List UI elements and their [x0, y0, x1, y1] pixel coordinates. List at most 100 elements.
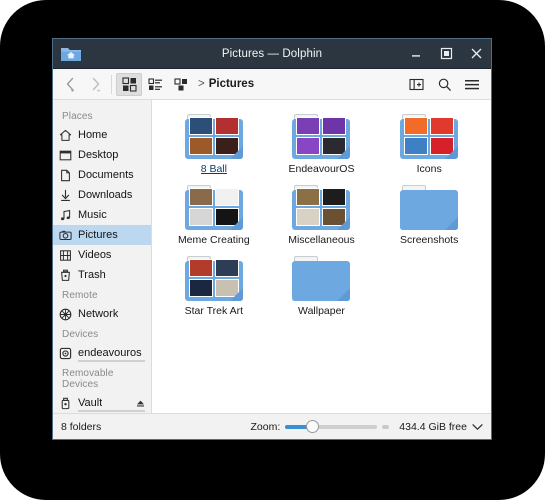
sidebar-item-endeavouros[interactable]: endeavouros	[53, 343, 151, 363]
folder-icon[interactable]	[184, 256, 243, 301]
sidebar-item-documents[interactable]: Documents	[53, 165, 151, 185]
sidebar-item-label: Videos	[78, 249, 112, 261]
folder-item[interactable]: EndeavourOS	[268, 110, 376, 175]
folder-thumbnails	[404, 117, 455, 155]
maximize-icon[interactable]	[431, 39, 461, 68]
download-icon	[59, 189, 72, 202]
sidebar-item-music[interactable]: Music	[53, 205, 151, 225]
eject-icon[interactable]	[136, 399, 145, 408]
zoom-control[interactable]: Zoom:	[251, 420, 390, 434]
search-icon[interactable]	[431, 73, 457, 96]
folder-thumbnails	[188, 117, 239, 155]
breadcrumb[interactable]: > Pictures	[198, 78, 254, 90]
sidebar-item-network[interactable]: Network	[53, 304, 151, 324]
home-icon	[59, 129, 72, 142]
screenshot-canvas: Pictures — Dolphin > Pictures Places Hom…	[0, 0, 545, 500]
folder-thumbnails	[188, 188, 239, 226]
sidebar-item-label: Home	[78, 129, 108, 141]
folder-thumbnail	[214, 279, 239, 297]
view-icons-icon[interactable]	[116, 72, 142, 96]
split-view-icon[interactable]	[403, 73, 429, 96]
sidebar-item-vault[interactable]: Vault	[53, 393, 151, 413]
folder-item[interactable]: Screenshots	[375, 181, 483, 246]
folder-icon[interactable]	[400, 185, 459, 230]
sidebar-item-label: Desktop	[78, 149, 119, 161]
folder-label[interactable]: Miscellaneous	[288, 234, 355, 246]
toolbar: > Pictures	[53, 69, 491, 100]
breadcrumb-separator-icon: >	[198, 78, 205, 90]
sidebar-item-label: Trash	[78, 269, 106, 281]
folder-thumbnail	[214, 188, 239, 206]
zoom-label: Zoom:	[250, 420, 281, 433]
chevron-down-icon[interactable]	[472, 423, 483, 431]
folder-thumbnail	[188, 208, 213, 226]
view-compact-icon[interactable]	[168, 73, 194, 96]
folder-item[interactable]: Wallpaper	[268, 252, 376, 317]
folder-thumbnail	[296, 117, 321, 135]
capacity-bar	[78, 410, 145, 412]
zoom-slider[interactable]	[285, 420, 378, 434]
folder-icon[interactable]	[184, 185, 243, 230]
folder-icon[interactable]	[400, 114, 459, 159]
camera-icon	[59, 229, 72, 242]
file-view[interactable]: 8 Ball EndeavourOS Icons Meme Creating Misce…	[152, 100, 491, 413]
folder-icon[interactable]	[184, 114, 243, 159]
folder-thumbnail	[404, 117, 429, 135]
folder-thumbnail	[430, 137, 455, 155]
desktop-icon	[59, 149, 72, 162]
folder-item[interactable]: Icons	[375, 110, 483, 175]
folder-thumbnails	[188, 259, 239, 297]
breadcrumb-current[interactable]: Pictures	[209, 78, 254, 90]
folder-label[interactable]: Meme Creating	[178, 234, 250, 246]
folder-label[interactable]: Screenshots	[400, 234, 458, 246]
folder-item[interactable]: Meme Creating	[160, 181, 268, 246]
folder-label[interactable]: 8 Ball	[201, 163, 227, 175]
title-bar[interactable]: Pictures — Dolphin	[53, 39, 491, 69]
folder-icon[interactable]	[292, 256, 351, 301]
sidebar-item-desktop[interactable]: Desktop	[53, 145, 151, 165]
folder-front	[292, 265, 351, 301]
dolphin-window: Pictures — Dolphin > Pictures Places Hom…	[52, 38, 492, 440]
sidebar-item-trash[interactable]: Trash	[53, 265, 151, 285]
folder-label[interactable]: Star Trek Art	[185, 305, 243, 317]
folder-thumbnail	[296, 208, 321, 226]
window-body: Places Home Desktop Documents Downloads Music…	[53, 100, 491, 413]
folder-item[interactable]: Star Trek Art	[160, 252, 268, 317]
sidebar-item-videos[interactable]: Videos	[53, 245, 151, 265]
hamburger-menu-icon[interactable]	[459, 73, 485, 96]
folder-thumbnail	[214, 208, 239, 226]
sidebar-group-title: Places	[62, 111, 93, 122]
places-sidebar[interactable]: Places Home Desktop Documents Downloads Music…	[53, 100, 152, 413]
folder-thumbnail	[188, 137, 213, 155]
folder-label[interactable]: Wallpaper	[298, 305, 345, 317]
forward-arrow-icon[interactable]	[83, 73, 107, 96]
toolbar-divider	[111, 74, 112, 94]
sidebar-item-downloads[interactable]: Downloads	[53, 185, 151, 205]
zoom-slider-handle[interactable]	[306, 420, 320, 433]
back-arrow-icon[interactable]	[59, 73, 83, 96]
folder-item[interactable]: 8 Ball	[160, 110, 268, 175]
window-controls	[401, 39, 491, 68]
minimize-icon[interactable]	[401, 39, 431, 68]
folder-thumbnail	[296, 188, 321, 206]
view-details-icon[interactable]	[142, 73, 168, 96]
folder-item[interactable]: Miscellaneous	[268, 181, 376, 246]
sidebar-group-title: Removable Devices	[62, 368, 114, 390]
folder-thumbnail	[296, 137, 321, 155]
folder-label[interactable]: Icons	[417, 163, 442, 175]
folder-thumbnail	[188, 188, 213, 206]
free-space-info[interactable]: 434.4 GiB free	[399, 421, 483, 433]
capacity-bar	[78, 360, 145, 362]
sidebar-item-home[interactable]: Home	[53, 125, 151, 145]
sidebar-item-label: Vault	[78, 397, 103, 409]
folder-thumbnail	[214, 117, 239, 135]
sidebar-item-pictures[interactable]: Pictures	[53, 225, 151, 245]
close-icon[interactable]	[461, 39, 491, 68]
network-globe-icon	[59, 308, 72, 321]
folder-icon[interactable]	[292, 114, 351, 159]
folder-thumbnail	[214, 259, 239, 277]
folder-home-icon	[60, 45, 82, 62]
film-icon	[59, 249, 72, 262]
folder-icon[interactable]	[292, 185, 351, 230]
folder-label[interactable]: EndeavourOS	[289, 163, 355, 175]
